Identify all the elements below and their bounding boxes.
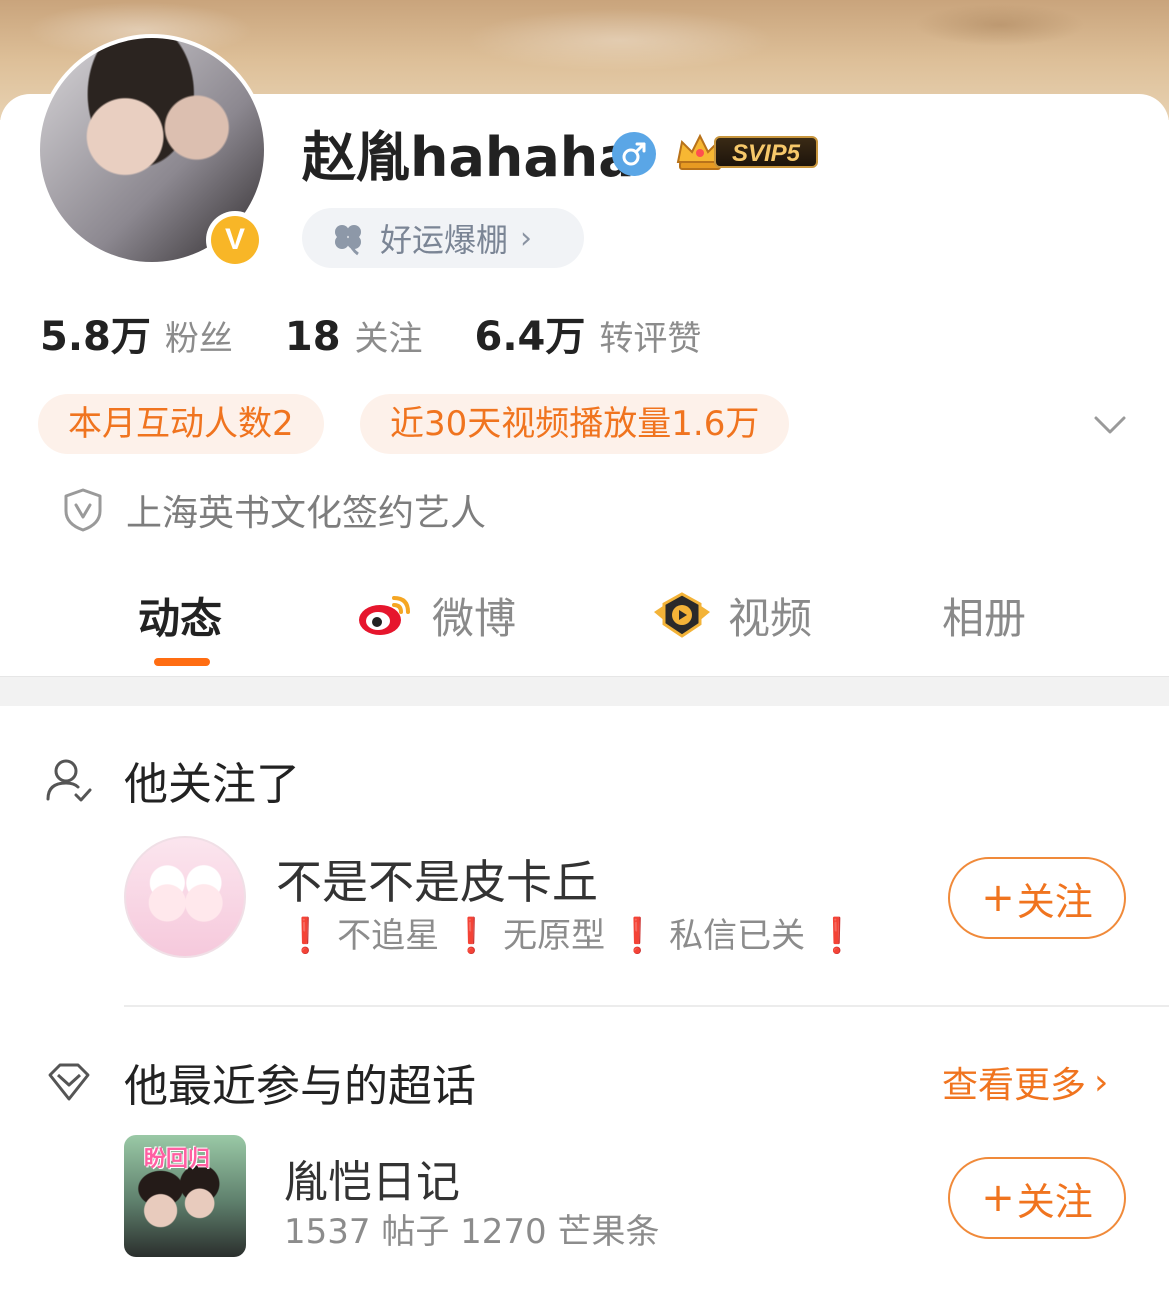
verified-badge-icon: V: [206, 211, 264, 269]
plus-icon: +: [981, 875, 1015, 921]
monthly-interaction-tag[interactable]: 本月互动人数2: [38, 394, 324, 454]
follow-topic-button[interactable]: + 关注: [948, 1157, 1126, 1239]
chevron-right-icon: ›: [520, 220, 533, 256]
interactions-count[interactable]: 6.4万: [475, 304, 586, 362]
chevron-right-icon: ›: [1094, 1061, 1109, 1103]
topic-thumbnail[interactable]: 盼回归: [124, 1135, 246, 1257]
exclamation-icon: ❗: [615, 916, 659, 956]
topic-thumbnail-text: 盼回归: [144, 1147, 211, 1172]
followed-section-title: 他关注了: [124, 759, 300, 810]
luck-label: 好运爆棚: [380, 221, 509, 259]
tab-weibo-label: 微博: [432, 593, 517, 643]
topic-name[interactable]: 胤恺日记: [284, 1146, 460, 1210]
section-separator: [0, 676, 1169, 706]
fans-count[interactable]: 5.8万: [40, 304, 151, 362]
following-label[interactable]: 关注: [355, 311, 423, 360]
tab-xiangce[interactable]: 相册: [942, 580, 1026, 650]
tab-dongtai-label: 动态: [138, 593, 223, 643]
following-count[interactable]: 18: [285, 314, 341, 360]
bio-part: 无原型: [503, 916, 606, 956]
topics-section-title: 他最近参与的超话: [124, 1061, 476, 1112]
weibo-logo-icon: [359, 596, 410, 635]
see-more-link[interactable]: 查看更多 ›: [942, 1056, 1108, 1108]
luck-status-pill[interactable]: 好运爆棚 ›: [302, 208, 584, 268]
chevron-down-icon[interactable]: [1090, 406, 1130, 446]
interactions-label[interactable]: 转评赞: [599, 311, 701, 360]
shield-v-icon: [64, 488, 102, 532]
user-check-icon: [46, 759, 92, 802]
topics-section-header: 他最近参与的超话: [44, 1050, 476, 1114]
verified-mark: V: [211, 216, 259, 264]
topic-meta: 1537 帖子 1270 芒果条: [284, 1212, 660, 1252]
tab-xiangce-label: 相册: [942, 593, 1027, 643]
diamond-icon: [48, 1063, 90, 1101]
certification-text: 上海英书文化签约艺人: [126, 493, 487, 534]
svip-label: SVIP5: [714, 136, 818, 168]
tab-dongtai[interactable]: 动态: [138, 580, 222, 650]
video-plays-tag[interactable]: 近30天视频播放量1.6万: [360, 394, 790, 454]
bio-part: 私信已关: [669, 916, 806, 956]
plus-icon: +: [981, 1175, 1015, 1221]
row-divider: [124, 1005, 1169, 1007]
followed-user-avatar[interactable]: [124, 836, 246, 958]
clover-icon: [335, 225, 361, 256]
tab-weibo[interactable]: 微博: [356, 580, 516, 650]
exclamation-icon: ❗: [815, 916, 859, 956]
certification-row: 上海英书文化签约艺人: [62, 484, 486, 536]
followed-user-bio: ❗ 不追星 ❗ 无原型 ❗ 私信已关 ❗: [284, 908, 858, 957]
svip-badge[interactable]: SVIP5: [674, 130, 820, 174]
followed-user-name[interactable]: 不是不是皮卡丘: [276, 846, 598, 912]
follow-user-button[interactable]: + 关注: [948, 857, 1126, 939]
follow-button-label: 关注: [1016, 879, 1093, 924]
profile-tabs: 动态 微博 视频 相册: [0, 580, 1169, 674]
follow-button-label: 关注: [1016, 1179, 1093, 1224]
active-tab-indicator: [154, 658, 210, 666]
tab-shipin-label: 视频: [728, 593, 813, 643]
fans-label[interactable]: 粉丝: [165, 311, 233, 360]
male-gender-icon: [612, 132, 656, 176]
followed-section-header: 他关注了: [44, 748, 300, 812]
exclamation-icon: ❗: [449, 916, 493, 956]
see-more-label: 查看更多: [942, 1065, 1087, 1106]
video-logo-icon: [654, 592, 710, 638]
tab-shipin[interactable]: 视频: [650, 580, 812, 650]
profile-stats: 5.8万 粉丝 18 关注 6.4万 转评赞: [40, 304, 753, 360]
exclamation-icon: ❗: [284, 916, 327, 956]
profile-username: 赵胤hahaha: [302, 126, 635, 189]
bio-part: 不追星: [337, 916, 440, 956]
